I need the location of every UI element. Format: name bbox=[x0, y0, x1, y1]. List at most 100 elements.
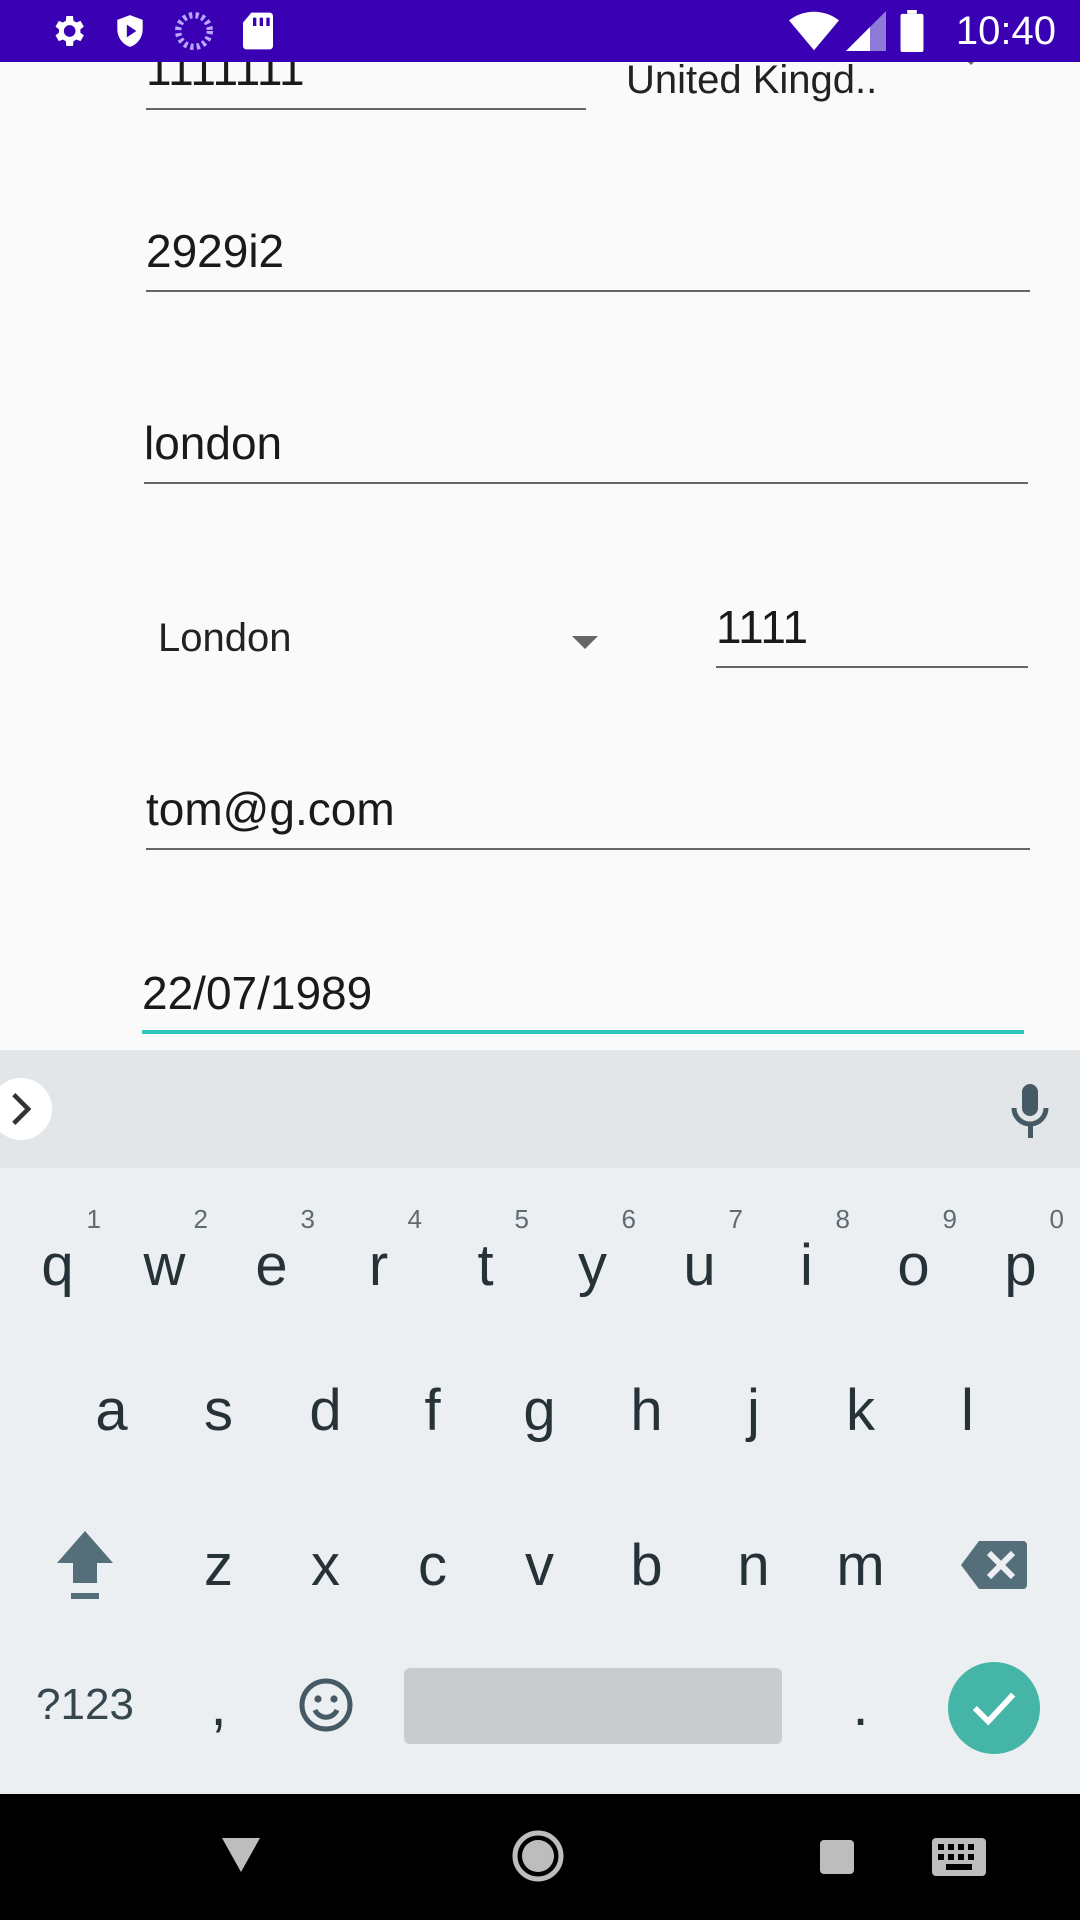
key-b[interactable]: b bbox=[593, 1505, 700, 1625]
key-r[interactable]: r4 bbox=[325, 1200, 432, 1330]
sd-card-icon bbox=[236, 10, 280, 52]
key-e[interactable]: e3 bbox=[218, 1200, 325, 1330]
phone-underline bbox=[146, 108, 586, 110]
shield-icon bbox=[108, 10, 152, 52]
key-w[interactable]: w2 bbox=[111, 1200, 218, 1330]
key-label: o bbox=[897, 1232, 930, 1298]
settings-icon bbox=[46, 10, 90, 52]
key-m[interactable]: m bbox=[807, 1505, 914, 1625]
key-s[interactable]: s bbox=[165, 1350, 272, 1470]
key-t[interactable]: t5 bbox=[432, 1200, 539, 1330]
key-hint: 1 bbox=[86, 1204, 101, 1234]
shift-icon bbox=[56, 1531, 113, 1599]
wifi-icon bbox=[788, 10, 840, 52]
key-q[interactable]: q1 bbox=[4, 1200, 111, 1330]
address-value: london bbox=[144, 417, 283, 469]
check-icon bbox=[972, 1692, 1016, 1726]
key-label: e bbox=[255, 1232, 288, 1298]
period-key[interactable]: . bbox=[807, 1650, 914, 1760]
keyboard-switch-icon[interactable] bbox=[932, 1838, 986, 1876]
recents-icon[interactable] bbox=[820, 1840, 854, 1874]
shift-key[interactable] bbox=[31, 1505, 138, 1625]
key-d[interactable]: d bbox=[272, 1350, 379, 1470]
chevron-right-icon bbox=[12, 1093, 32, 1125]
key-hint: 8 bbox=[835, 1204, 850, 1234]
back-icon[interactable] bbox=[222, 1838, 260, 1872]
comma-key[interactable]: , bbox=[165, 1650, 272, 1760]
dob-field[interactable]: 22/07/1989 bbox=[142, 952, 1024, 1034]
email-field[interactable]: tom@g.com bbox=[146, 770, 1030, 850]
phone-value: 1111111 bbox=[146, 62, 305, 95]
key-label: p bbox=[1004, 1232, 1037, 1298]
signal-icon bbox=[844, 10, 888, 52]
suggestion-strip bbox=[0, 1050, 1080, 1168]
key-u[interactable]: u7 bbox=[646, 1200, 753, 1330]
key-i[interactable]: i8 bbox=[753, 1200, 860, 1330]
country-value: United Kingd.. bbox=[626, 62, 878, 102]
expand-toolbar-button[interactable] bbox=[0, 1078, 52, 1140]
space-key[interactable] bbox=[404, 1668, 782, 1744]
form-scroll-area[interactable]: 1111111 United Kingd.. 2929i2 london Lon… bbox=[0, 62, 1080, 1050]
city-spinner[interactable]: London bbox=[158, 602, 608, 682]
dob-value: 22/07/1989 bbox=[142, 967, 373, 1019]
key-hint: 2 bbox=[193, 1204, 208, 1234]
emoji-key[interactable] bbox=[272, 1650, 379, 1760]
key-h[interactable]: h bbox=[593, 1350, 700, 1470]
postcode-field[interactable]: 2929i2 bbox=[146, 214, 1030, 292]
key-hint: 0 bbox=[1049, 1204, 1064, 1234]
key-x[interactable]: x bbox=[272, 1505, 379, 1625]
status-time: 10:40 bbox=[955, 9, 1056, 53]
key-z[interactable]: z bbox=[165, 1505, 272, 1625]
key-k[interactable]: k bbox=[807, 1350, 914, 1470]
key-o[interactable]: o9 bbox=[860, 1200, 967, 1330]
key-n[interactable]: n bbox=[700, 1505, 807, 1625]
email-underline bbox=[146, 848, 1030, 850]
status-bar: 10:40 bbox=[0, 0, 1080, 62]
key-g[interactable]: g bbox=[486, 1350, 593, 1470]
symbols-key[interactable]: ?123 bbox=[30, 1650, 140, 1760]
chevron-down-icon bbox=[572, 636, 598, 649]
number-value: 1111 bbox=[716, 601, 809, 653]
country-spinner[interactable]: United Kingd.. bbox=[626, 62, 1010, 110]
email-value: tom@g.com bbox=[146, 783, 395, 835]
key-y[interactable]: y6 bbox=[539, 1200, 646, 1330]
key-label: u bbox=[683, 1232, 716, 1298]
key-p[interactable]: p0 bbox=[967, 1200, 1074, 1330]
number-field[interactable]: 1111 bbox=[716, 588, 1028, 668]
key-hint: 5 bbox=[514, 1204, 529, 1234]
loading-icon bbox=[172, 10, 216, 52]
address-underline bbox=[144, 482, 1028, 484]
backspace-icon bbox=[960, 1541, 1027, 1589]
emoji-icon bbox=[299, 1678, 352, 1732]
postcode-value: 2929i2 bbox=[146, 225, 285, 277]
key-j[interactable]: j bbox=[700, 1350, 807, 1470]
key-label: r bbox=[368, 1232, 389, 1298]
dob-underline-focused bbox=[142, 1030, 1024, 1034]
key-label: w bbox=[143, 1232, 186, 1298]
navigation-bar bbox=[0, 1794, 1080, 1920]
key-label: q bbox=[41, 1232, 74, 1298]
soft-keyboard: q1 w2 e3 r4 t5 y6 u7 i8 o9 p0 a s d f g … bbox=[0, 1050, 1080, 1794]
key-hint: 3 bbox=[300, 1204, 315, 1234]
number-underline bbox=[716, 666, 1028, 668]
key-l[interactable]: l bbox=[914, 1350, 1021, 1470]
key-a[interactable]: a bbox=[58, 1350, 165, 1470]
key-c[interactable]: c bbox=[379, 1505, 486, 1625]
key-hint: 4 bbox=[407, 1204, 422, 1234]
microphone-icon[interactable] bbox=[1010, 1084, 1050, 1140]
key-label: y bbox=[578, 1232, 607, 1298]
phone-field[interactable]: 1111111 bbox=[146, 62, 586, 110]
postcode-underline bbox=[146, 290, 1030, 292]
key-hint: 7 bbox=[728, 1204, 743, 1234]
backspace-key[interactable] bbox=[940, 1505, 1047, 1625]
key-v[interactable]: v bbox=[486, 1505, 593, 1625]
city-value: London bbox=[158, 616, 292, 660]
address-field[interactable]: london bbox=[144, 406, 1028, 484]
key-hint: 6 bbox=[621, 1204, 636, 1234]
key-hint: 9 bbox=[942, 1204, 957, 1234]
key-f[interactable]: f bbox=[379, 1350, 486, 1470]
key-label: i bbox=[800, 1232, 813, 1298]
done-key[interactable] bbox=[948, 1662, 1040, 1754]
chevron-down-icon bbox=[958, 62, 984, 65]
home-icon[interactable] bbox=[512, 1830, 564, 1882]
